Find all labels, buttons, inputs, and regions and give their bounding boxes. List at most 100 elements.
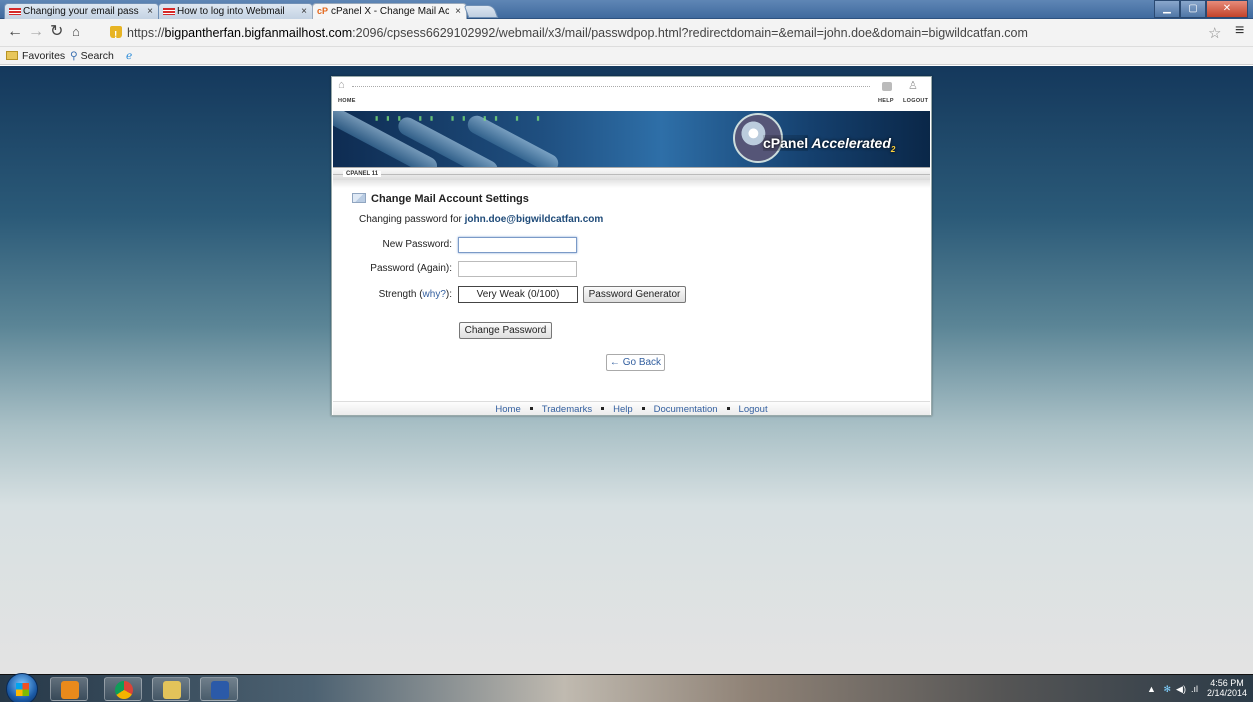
page-title: Change Mail Account Settings [352, 193, 529, 205]
volume-icon[interactable]: ◀) [1176, 684, 1186, 694]
help-link[interactable]: HELP [878, 98, 894, 104]
password-generator-button[interactable]: Password Generator [583, 286, 686, 303]
tab-how-to-log-into-webmail[interactable]: How to log into Webmail × [158, 3, 313, 19]
footer-link-help[interactable]: Help [613, 404, 633, 415]
account-email: john.doe@bigwildcatfan.com [464, 214, 604, 225]
password-again-input[interactable] [458, 261, 577, 277]
version-label: CPANEL 11 [343, 171, 382, 177]
start-button[interactable] [6, 673, 38, 702]
divider [333, 180, 930, 188]
back-icon[interactable]: ← [7, 23, 23, 41]
network-status-icon[interactable]: ✻ [1163, 684, 1171, 694]
word-icon [211, 681, 229, 699]
logout-link[interactable]: LOGOUT [903, 98, 928, 104]
bigfan-icon [163, 8, 175, 15]
new-password-input[interactable] [458, 237, 577, 253]
help-icon[interactable] [882, 82, 892, 91]
chrome-icon [115, 681, 133, 699]
forward-icon[interactable]: → [28, 23, 44, 41]
clock-date: 2/14/2014 [1207, 688, 1248, 698]
version-bar: CPANEL 11 [333, 167, 930, 180]
change-password-button[interactable]: Change Password [459, 322, 552, 339]
tab-close-icon[interactable]: × [147, 4, 153, 19]
bookmark-favorites[interactable]: Favorites [6, 50, 65, 62]
signal-icon[interactable]: .ıl [1191, 684, 1198, 694]
page-title-text: Change Mail Account Settings [371, 193, 529, 205]
banner-decoration: ▮▮▮ ▮▮ ▮▮ ▮▮ ▮ ▮ [375, 116, 548, 122]
ie-icon[interactable]: ℯ [126, 50, 132, 62]
clock-time: 4:56 PM [1210, 678, 1244, 688]
why-link[interactable]: why? [423, 289, 446, 300]
cpanel-top-bar: ⌂ HOME HELP ♙ LOGOUT [332, 77, 931, 111]
outlook-icon [61, 681, 79, 699]
address-bar[interactable]: https://bigpantherfan.bigfanmailhost.com… [106, 22, 1204, 44]
strength-meter: Very Weak (0/100) [458, 286, 578, 303]
bigfan-icon [9, 8, 21, 15]
new-tab-button[interactable] [463, 5, 499, 18]
envelope-icon [352, 193, 366, 203]
tab-label: Changing your email pass [23, 6, 139, 17]
cpanel-banner: ▮▮▮ ▮▮ ▮▮ ▮▮ ▮ ▮ cPanel Accelerated2 [333, 111, 930, 167]
url-prefix: https:// [127, 26, 165, 40]
tab-label: How to log into Webmail [177, 6, 285, 17]
search-icon: ⚲ [70, 50, 81, 62]
bookmark-label: Search [80, 50, 114, 62]
tab-changing-email-password[interactable]: Changing your email pass × [4, 3, 159, 19]
folder-icon [163, 681, 181, 699]
footer-link-home[interactable]: Home [495, 404, 520, 415]
new-password-label: New Password: [382, 239, 452, 250]
cpanel-brand: cPanel Accelerated2 [763, 135, 895, 154]
tab-close-icon[interactable]: × [455, 4, 461, 19]
bookmark-star-icon[interactable]: ☆ [1208, 24, 1221, 42]
home-link[interactable]: HOME [338, 98, 356, 104]
password-again-label: Password (Again): [370, 263, 452, 274]
brand-suffix: Accelerated [811, 135, 891, 151]
browser-toolbar: ← → ↻ ⌂ https://bigpantherfan.bigfanmail… [0, 19, 1253, 47]
system-tray: ▲ ✻ ◀) .ıl [1147, 684, 1198, 695]
taskbar-chrome[interactable] [104, 677, 142, 701]
bookmark-label: Favorites [22, 50, 66, 62]
maximize-button[interactable]: ▢ [1180, 0, 1206, 18]
folder-icon [6, 51, 18, 60]
bookmark-search[interactable]: ⚲ Search [70, 50, 114, 62]
strength-label-suffix: ): [445, 289, 452, 300]
footer-link-logout[interactable]: Logout [739, 404, 768, 415]
brand-name: cPanel [763, 135, 809, 151]
tab-close-icon[interactable]: × [301, 4, 307, 19]
separator [601, 407, 605, 410]
url-rest: :2096/cpsess6629102992/webmail/x3/mail/p… [352, 26, 1028, 40]
menu-icon[interactable]: ≡ [1235, 22, 1244, 40]
close-window-button[interactable]: ✕ [1206, 0, 1248, 18]
user-icon[interactable]: ♙ [908, 79, 918, 92]
home-icon[interactable]: ⌂ [338, 79, 348, 91]
taskbar: ▲ ✻ ◀) .ıl 4:56 PM 2/14/2014 [0, 673, 1253, 702]
show-hidden-icon[interactable]: ▲ [1147, 684, 1156, 694]
go-back-button[interactable]: ← Go Back [606, 354, 665, 371]
footer-link-documentation[interactable]: Documentation [654, 404, 718, 415]
url-host: bigpantherfan.bigfanmailhost.com [164, 26, 353, 40]
home-icon[interactable]: ⌂ [72, 23, 80, 41]
minimize-button[interactable]: ▁ [1154, 0, 1180, 18]
brand-sub: 2 [890, 144, 896, 154]
tab-cpanel-change-mail[interactable]: cP cPanel X - Change Mail Ac × [312, 3, 467, 20]
taskbar-explorer[interactable] [152, 677, 190, 701]
reload-icon[interactable]: ↻ [50, 23, 63, 41]
separator [726, 407, 730, 410]
footer-links: Home Trademarks Help Documentation Logout [333, 401, 930, 415]
strength-label: Strength (why?): [332, 289, 452, 300]
footer-link-trademarks[interactable]: Trademarks [542, 404, 592, 415]
separator [641, 407, 645, 410]
window-controls: ▁ ▢ ✕ [1154, 0, 1248, 18]
account-line-prefix: Changing password for [359, 214, 462, 225]
taskbar-outlook[interactable] [50, 677, 88, 701]
tab-label: cPanel X - Change Mail Ac [331, 6, 449, 17]
cpanel-window: ⌂ HOME HELP ♙ LOGOUT ▮▮▮ ▮▮ ▮▮ ▮▮ ▮ ▮ cP… [331, 76, 932, 416]
taskbar-word[interactable] [200, 677, 238, 701]
divider [352, 86, 870, 87]
cpanel-icon: cP [317, 6, 329, 16]
divider [333, 174, 930, 175]
clock[interactable]: 4:56 PM 2/14/2014 [1207, 678, 1247, 698]
separator [529, 407, 533, 410]
account-line: Changing password for john.doe@bigwildca… [359, 214, 603, 225]
strength-label-text: Strength ( [378, 289, 423, 300]
